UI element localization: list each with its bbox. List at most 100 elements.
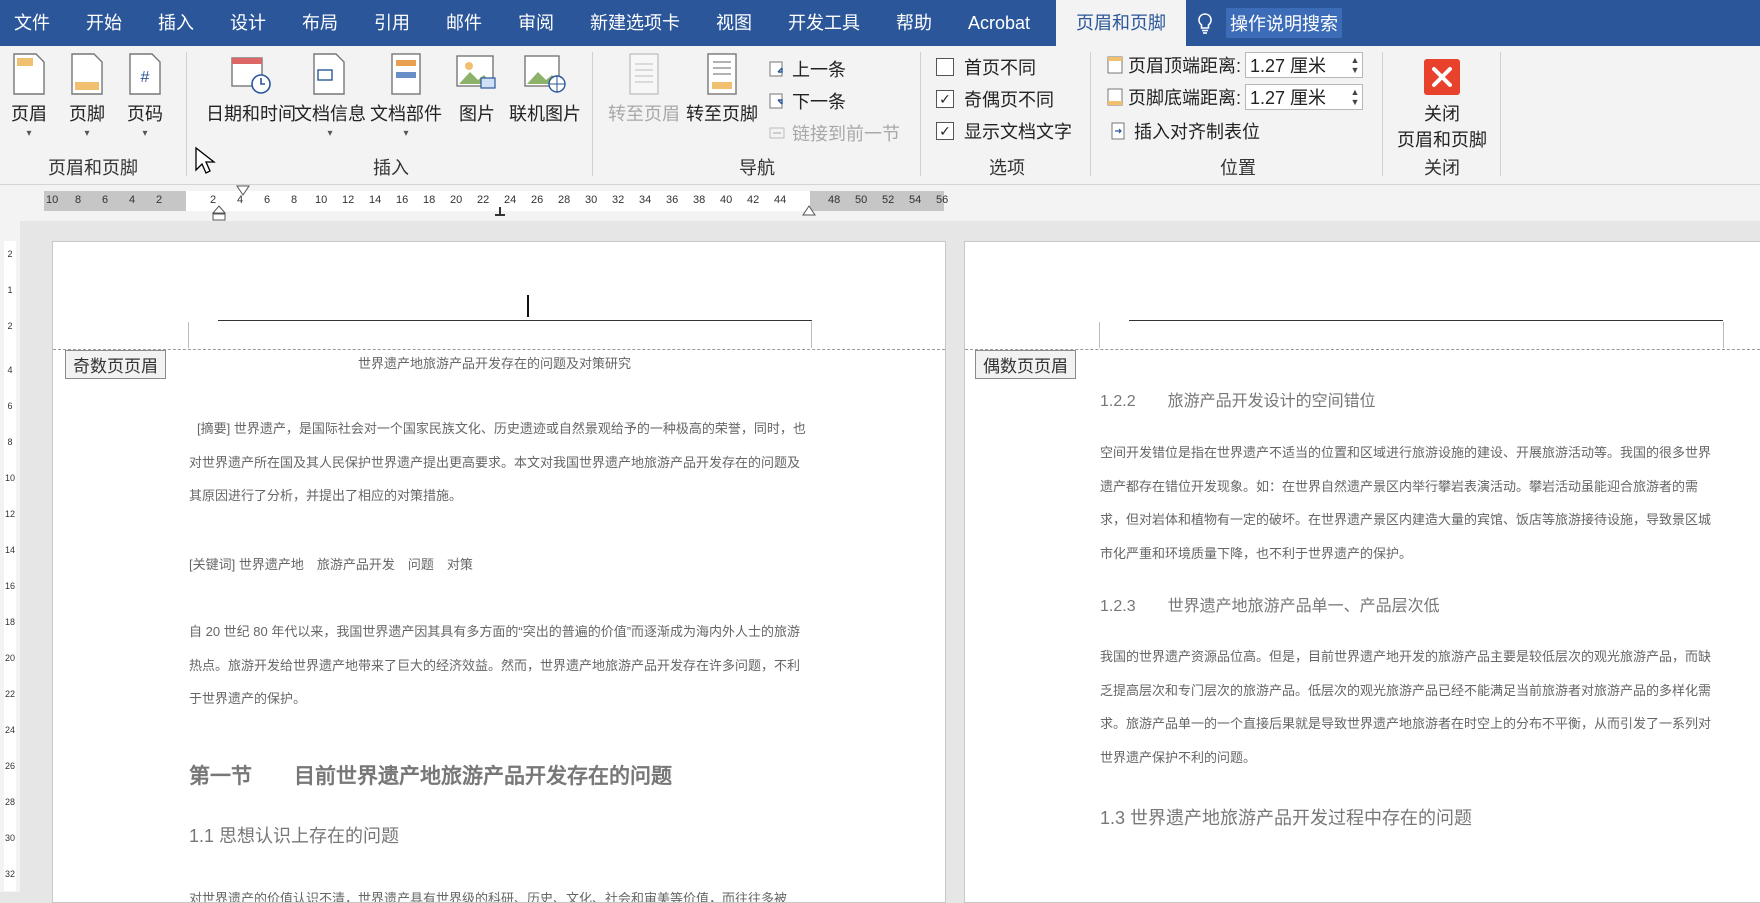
chevron-down-icon: ▾: [142, 128, 148, 139]
header-top-input[interactable]: 1.27 厘米 ▲ ▼: [1245, 52, 1364, 78]
close-header-footer-button[interactable]: 关闭 页眉和页脚: [1392, 52, 1492, 152]
heading-1-2-2: 1.2.2 旅游产品开发设计的空间错位: [1100, 393, 1376, 410]
tab-layout[interactable]: 布局: [284, 0, 356, 46]
tab-file[interactable]: 文件: [0, 0, 68, 46]
doc-info-button[interactable]: 文档信息 ▾: [294, 52, 366, 139]
header-top-label: 页眉顶端距离:: [1128, 56, 1242, 76]
ruler-number: 42: [747, 194, 760, 206]
page-even: 偶数页页眉 1.2.2 旅游产品开发设计的空间错位 空间开发错位是指在世界遗产不…: [964, 241, 1760, 903]
ruler-number: 8: [7, 437, 13, 447]
abstract-paragraph: [摘要] 世界遗产，是国际社会对一个国家民族文化、历史遗迹或自然景观给予的一种极…: [189, 421, 806, 503]
group-divider: [1500, 52, 1501, 176]
group-divider: [186, 52, 187, 176]
ruler-number: 30: [4, 833, 15, 843]
footer-button-label: 页脚: [69, 104, 105, 124]
group-label-header-footer: 页眉和页脚: [48, 158, 138, 178]
heading-1-3: 1.3 世界遗产地旅游产品开发过程中存在的问题: [1100, 808, 1473, 828]
center-tab-marker[interactable]: [494, 207, 506, 217]
tab-header-footer[interactable]: 页眉和页脚: [1056, 0, 1187, 46]
doc-info-icon: [313, 53, 345, 95]
crop-mark: [1099, 322, 1100, 348]
group-label-insert: 插入: [373, 158, 409, 178]
show-document-text-label: 显示文档文字: [964, 122, 1072, 142]
group-header-footer: 页眉 ▾ 页脚 ▾ # 页码 ▾ 页眉和页脚: [0, 46, 186, 184]
tell-me-search[interactable]: 操作说明搜索: [1194, 0, 1343, 46]
next-icon: [769, 93, 783, 109]
ruler-number: 4: [7, 365, 13, 375]
header-button[interactable]: 页眉 ▾: [8, 52, 50, 139]
page-number-button[interactable]: # 页码 ▾: [124, 52, 166, 139]
ruler-number: 14: [369, 194, 382, 206]
ruler-number: 4: [129, 194, 136, 206]
tab-home[interactable]: 开始: [68, 0, 140, 46]
spin-arrows[interactable]: ▲ ▼: [1348, 87, 1362, 107]
show-document-text-checkbox[interactable]: ✓ 显示文档文字: [936, 118, 1072, 144]
different-first-page-checkbox[interactable]: 首页不同: [936, 54, 1036, 80]
vertical-ruler[interactable]: 2 1 2 4 6 8 10 12 14 16 18 20 22 24 26 2…: [0, 221, 20, 892]
date-time-icon: [231, 57, 271, 94]
tab-view[interactable]: 视图: [698, 0, 770, 46]
tab-insert[interactable]: 插入: [140, 0, 212, 46]
date-time-button[interactable]: 日期和时间: [196, 52, 306, 126]
header-border-line: [1129, 320, 1723, 321]
goto-header-icon: [629, 53, 659, 95]
first-line-indent-marker[interactable]: [235, 185, 251, 197]
header-position-icon: [1107, 56, 1123, 74]
spin-arrows[interactable]: ▲ ▼: [1348, 55, 1362, 75]
ruler-number: 2: [7, 249, 13, 259]
chevron-down-icon: ▾: [327, 128, 333, 139]
picture-button[interactable]: 图片: [452, 52, 502, 126]
tab-review[interactable]: 审阅: [500, 0, 572, 46]
quick-parts-label: 文档部件: [370, 104, 442, 124]
group-close: 关闭 页眉和页脚 关闭: [1386, 46, 1498, 184]
page-odd: 奇数页页眉 世界遗产地旅游产品开发存在的问题及对策研究 [摘要] 世界遗产，是国…: [52, 241, 946, 903]
tab-design[interactable]: 设计: [212, 0, 284, 46]
previous-button[interactable]: 上一条: [768, 56, 846, 82]
ruler-number: 18: [4, 617, 15, 627]
link-previous-button[interactable]: 链接到前一节: [768, 120, 900, 146]
next-label: 下一条: [792, 92, 846, 112]
close-x-icon: [1424, 59, 1460, 95]
goto-header-button[interactable]: 转至页眉: [606, 52, 682, 126]
ruler-number: 24: [4, 725, 15, 735]
footer-bottom-label: 页脚底端距离:: [1128, 88, 1242, 108]
left-indent-marker[interactable]: [211, 205, 227, 221]
horizontal-ruler[interactable]: 10 8 6 4 2 2 4 6 8 10 12 14 16 18 20 22 …: [0, 185, 1760, 221]
ruler-number: 36: [666, 194, 679, 206]
tab-help[interactable]: 帮助: [878, 0, 950, 46]
tab-acrobat[interactable]: Acrobat: [950, 0, 1048, 46]
right-indent-marker[interactable]: [801, 205, 817, 217]
quick-parts-button[interactable]: 文档部件 ▾: [370, 52, 442, 139]
header-border-line: [218, 320, 812, 321]
lightbulb-icon: [1198, 13, 1212, 34]
goto-footer-button[interactable]: 转至页脚: [684, 52, 760, 126]
even-page-header-tag: 偶数页页眉: [975, 350, 1076, 379]
insert-align-tab-button[interactable]: 插入对齐制表位: [1110, 118, 1260, 144]
header-top-distance: 页眉顶端距离: 1.27 厘米 ▲ ▼: [1106, 52, 1364, 78]
group-navigation: 转至页眉 转至页脚 上一条 下一条 链接到前一节 导航: [596, 46, 918, 184]
different-odd-even-checkbox[interactable]: ✓ 奇偶页不同: [936, 86, 1054, 112]
tab-references[interactable]: 引用: [356, 0, 428, 46]
running-head: 世界遗产地旅游产品开发存在的问题及对策研究: [358, 356, 632, 371]
ruler-number: 8: [291, 194, 298, 206]
goto-footer-icon: [707, 53, 737, 95]
ruler-number: 28: [4, 797, 15, 807]
tab-developer[interactable]: 开发工具: [770, 0, 878, 46]
group-options: 首页不同 ✓ 奇偶页不同 ✓ 显示文档文字 选项: [924, 46, 1090, 184]
picture-label: 图片: [459, 104, 495, 124]
insert-align-tab-label: 插入对齐制表位: [1134, 122, 1260, 142]
footer-bottom-input[interactable]: 1.27 厘米 ▲ ▼: [1245, 84, 1364, 110]
ruler-number: 50: [855, 194, 868, 206]
different-first-page-label: 首页不同: [964, 58, 1036, 78]
online-picture-button[interactable]: 联机图片: [504, 52, 586, 126]
footer-button[interactable]: 页脚 ▾: [66, 52, 108, 139]
tab-mailings[interactable]: 邮件: [428, 0, 500, 46]
footer-position-icon: [1107, 88, 1123, 106]
next-button[interactable]: 下一条: [768, 88, 846, 114]
ruler-number: 20: [450, 194, 463, 206]
checkbox-box: [936, 58, 954, 76]
tab-new-tab[interactable]: 新建选项卡: [572, 0, 698, 46]
footer-bottom-distance: 页脚底端距离: 1.27 厘米 ▲ ▼: [1106, 84, 1364, 110]
ruler-number: 12: [342, 194, 355, 206]
footer-bottom-value: 1.27 厘米: [1250, 88, 1327, 108]
